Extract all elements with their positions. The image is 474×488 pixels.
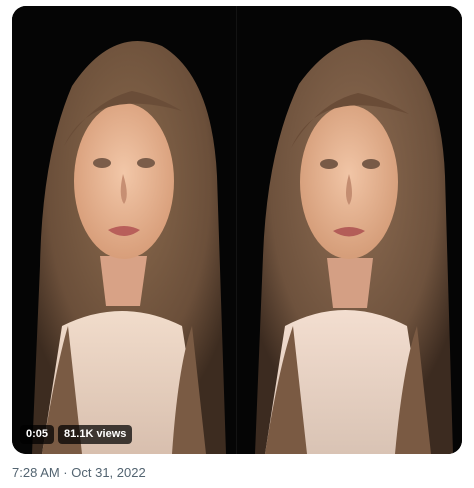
- portrait-right-image: [237, 6, 462, 454]
- video-split-divider: [236, 6, 237, 454]
- video-duration-badge: 0:05: [20, 425, 55, 444]
- embedded-video[interactable]: 0:05 81.1K views: [12, 6, 462, 454]
- portrait-left-image: [12, 6, 237, 454]
- video-frame-right: [237, 6, 462, 454]
- tweet-timestamp[interactable]: 7:28 AM · Oct 31, 2022: [12, 465, 146, 481]
- video-info-overlay: 0:05 81.1K views: [20, 425, 133, 444]
- video-frame-left: [12, 6, 237, 454]
- video-views-badge: 81.1K views: [58, 425, 133, 444]
